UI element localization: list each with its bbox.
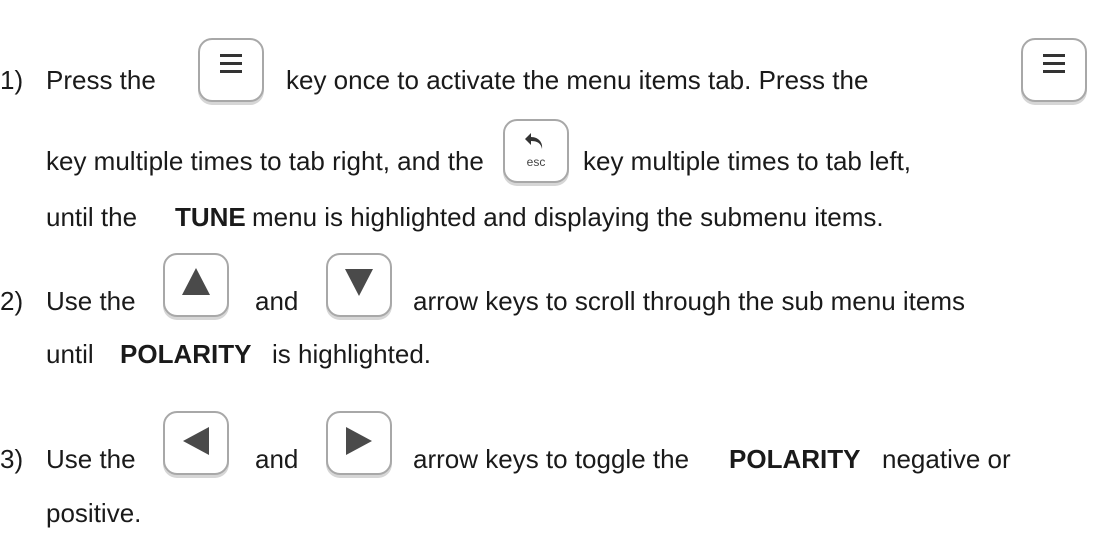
step-number: 2)	[0, 286, 24, 316]
step-text: Press the	[46, 65, 156, 95]
menu-name: TUNE	[175, 202, 246, 232]
menu-name: POLARITY	[120, 339, 252, 369]
arrow-right-icon	[346, 427, 372, 455]
back-arrow-icon	[525, 133, 543, 149]
menu-icon	[1043, 54, 1065, 73]
esc-label: esc	[526, 155, 546, 169]
arrow-up-icon	[182, 268, 210, 295]
right-arrow-key	[326, 411, 392, 475]
step-text: positive.	[46, 498, 142, 528]
step-text: arrow keys to toggle the	[413, 444, 690, 474]
step-text: until	[46, 339, 94, 369]
step-text: until the	[46, 202, 138, 232]
menu-key	[1021, 38, 1087, 102]
step-text: Use the	[46, 286, 136, 316]
arrow-down-icon	[345, 269, 373, 296]
step-text: and	[255, 286, 299, 316]
menu-icon	[220, 54, 242, 73]
step-text: key multiple times to tab right, and the	[46, 146, 484, 176]
arrow-left-icon	[183, 427, 209, 455]
down-arrow-key	[326, 253, 392, 317]
menu-key	[198, 38, 264, 102]
step-text: and	[255, 444, 299, 474]
step-text: negative or	[882, 444, 1011, 474]
esc-key: esc	[503, 119, 569, 183]
step-text: Use the	[46, 444, 136, 474]
step-text: menu is highlighted and displaying the s…	[252, 202, 884, 232]
menu-name: POLARITY	[729, 444, 861, 474]
left-arrow-key	[163, 411, 229, 475]
step-text: key multiple times to tab left,	[583, 146, 912, 176]
step-text: is highlighted.	[272, 339, 431, 369]
step-number: 1)	[0, 65, 24, 95]
step-number: 3)	[0, 444, 24, 474]
step-text: arrow keys to scroll through the sub men…	[413, 286, 966, 316]
step-text: key once to activate the menu items tab.…	[286, 65, 869, 95]
up-arrow-key	[163, 253, 229, 317]
